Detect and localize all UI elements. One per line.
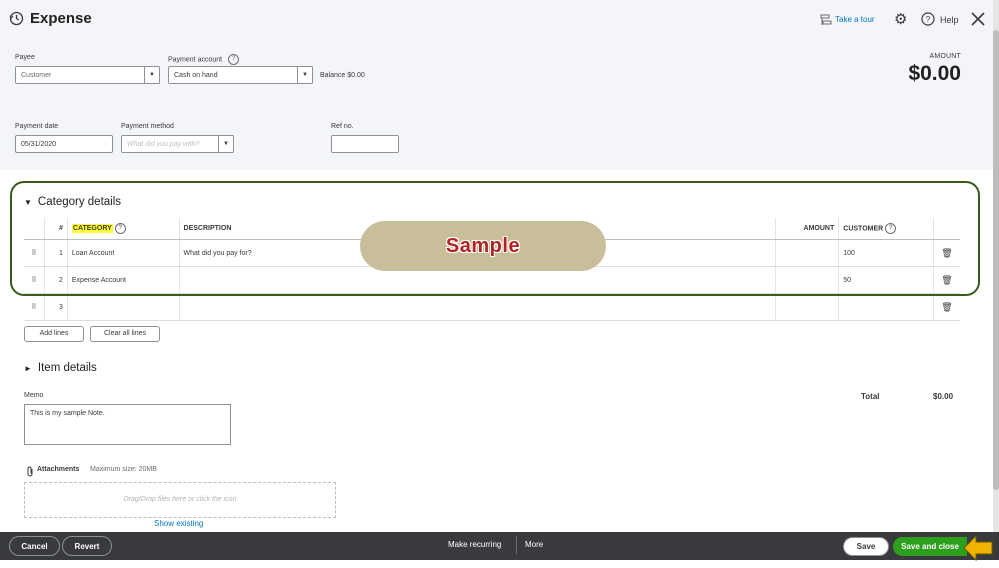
payment-date-label: Payment date	[15, 123, 59, 130]
memo-textarea[interactable]: This is my sample Note.	[24, 404, 231, 445]
payment-method-select[interactable]: What did you pay with? ▼	[121, 135, 234, 153]
attachments-label: Attachments	[37, 466, 80, 473]
page-title: Expense	[30, 10, 92, 27]
table-row[interactable]: ⠿ 3 🗑	[24, 293, 960, 321]
payee-placeholder: Customer	[21, 72, 52, 79]
category-cell[interactable]	[67, 293, 180, 321]
attachments-max-size: Maximum size: 20MB	[90, 466, 157, 473]
ref-no-input[interactable]	[331, 135, 399, 153]
payee-select[interactable]: Customer ▼	[15, 66, 160, 84]
payee-dropdown-arrow-icon[interactable]: ▼	[144, 66, 160, 84]
payment-account-dropdown-arrow-icon[interactable]: ▼	[297, 66, 313, 84]
attachment-drop-zone[interactable]: Drag/Drop files here or click the icon	[24, 482, 336, 518]
trash-icon[interactable]: 🗑	[933, 293, 960, 321]
show-existing-link[interactable]: Show existing	[154, 519, 203, 528]
scrollbar-thumb[interactable]	[993, 30, 999, 490]
cancel-button[interactable]: Cancel	[9, 536, 60, 556]
payment-account-help-icon[interactable]: ?	[228, 54, 240, 65]
item-details-toggle[interactable]: ► Item details	[24, 362, 97, 374]
item-details-title: Item details	[37, 362, 97, 374]
help-icon[interactable]: ?	[921, 12, 935, 31]
expand-triangle-icon: ►	[24, 364, 32, 373]
save-and-close-button[interactable]: Save and close	[893, 537, 967, 556]
add-lines-button[interactable]: Add lines	[24, 326, 84, 342]
ref-no-label: Ref no.	[331, 123, 354, 130]
row-number: 3	[44, 293, 68, 321]
total-value: $0.00	[933, 392, 954, 401]
revert-button[interactable]: Revert	[62, 536, 112, 556]
clear-all-lines-button[interactable]: Clear all lines	[90, 326, 160, 342]
help-label[interactable]: Help	[940, 15, 959, 25]
description-cell[interactable]	[179, 293, 777, 321]
balance-display: Balance $0.00	[320, 72, 365, 79]
memo-label: Memo	[24, 392, 44, 399]
take-tour-link[interactable]: Take a tour	[835, 15, 875, 24]
payment-method-placeholder: What did you pay with?	[127, 141, 200, 148]
payment-account-label: Payment account ?	[168, 54, 240, 65]
payee-label: Payee	[15, 54, 35, 61]
drag-handle-icon[interactable]: ⠿	[24, 293, 45, 321]
payment-date-input[interactable]: 05/31/2020	[15, 135, 113, 153]
amount-value: $0.00	[908, 62, 961, 85]
tour-icon[interactable]	[820, 14, 832, 28]
amount-label: AMOUNT	[929, 53, 961, 60]
svg-text:?: ?	[926, 15, 931, 24]
save-button[interactable]: Save	[843, 537, 889, 556]
amount-cell[interactable]	[775, 293, 840, 321]
sample-watermark: Sample	[360, 221, 606, 271]
arrow-pointer-icon	[962, 533, 994, 568]
customer-cell[interactable]	[838, 293, 934, 321]
payment-method-dropdown-arrow-icon[interactable]: ▼	[218, 135, 234, 153]
payment-method-label: Payment method	[121, 123, 174, 130]
payment-account-value: Cash on hand	[174, 72, 218, 79]
make-recurring-button[interactable]: Make recurring	[448, 540, 501, 549]
payment-account-select[interactable]: Cash on hand ▼	[168, 66, 313, 84]
recent-transactions-icon[interactable]	[9, 11, 24, 31]
footer-divider	[516, 536, 517, 554]
paperclip-icon	[26, 464, 35, 482]
close-icon[interactable]	[970, 11, 986, 32]
total-label: Total	[861, 392, 880, 401]
settings-gear-icon[interactable]: ⚙	[894, 12, 907, 27]
more-button[interactable]: More	[525, 540, 543, 549]
